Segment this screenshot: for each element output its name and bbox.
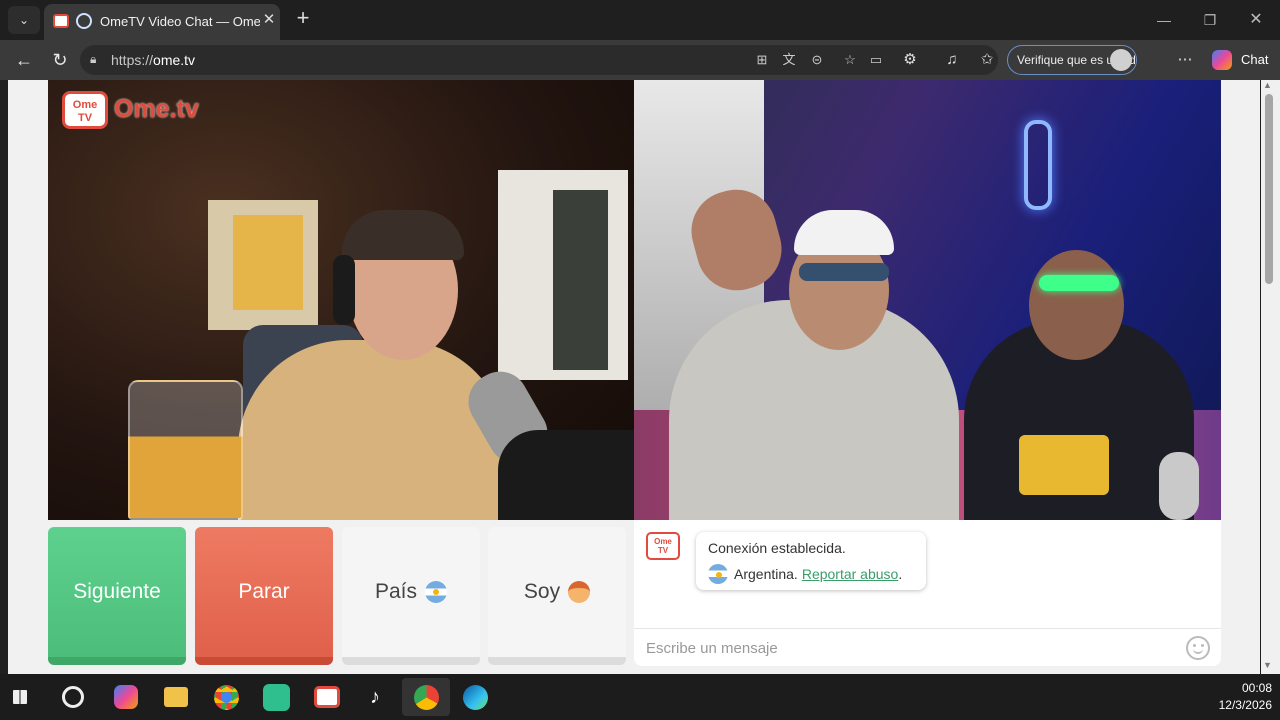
chrome-profile-icon[interactable] bbox=[414, 685, 439, 710]
avatar bbox=[1110, 49, 1132, 71]
green-glasses bbox=[1039, 275, 1119, 291]
ometv-logo-text: Ome.tv bbox=[114, 95, 199, 123]
chat-divider bbox=[634, 628, 1221, 629]
file-explorer-icon[interactable] bbox=[164, 687, 188, 707]
headphones bbox=[333, 255, 355, 325]
ometv-logo-badge: Ome TV bbox=[62, 91, 108, 129]
person-torso bbox=[238, 340, 508, 520]
connection-status: Conexión establecida. bbox=[708, 540, 846, 556]
tab-list-button[interactable]: ⌄ bbox=[8, 6, 40, 34]
back-arrow-icon[interactable]: ← bbox=[11, 48, 37, 72]
next-button-label: Siguiente bbox=[73, 580, 161, 603]
favorites-icon[interactable]: ✩ bbox=[975, 48, 999, 72]
ometv-favicon-icon bbox=[53, 14, 69, 28]
scroll-up-icon[interactable]: ▲ bbox=[1263, 80, 1272, 90]
next-button[interactable]: Siguiente bbox=[48, 527, 186, 665]
report-suffix: . bbox=[898, 566, 903, 582]
person-right-head bbox=[1029, 250, 1124, 360]
edge-icon[interactable] bbox=[463, 685, 488, 710]
ometv-icon[interactable] bbox=[314, 686, 340, 708]
microphone bbox=[1159, 452, 1199, 520]
ometv-logo[interactable]: Ome TV Ome.tv bbox=[62, 89, 202, 131]
translate-icon[interactable]: 文 bbox=[779, 50, 799, 70]
tab-title: OmeTV Video Chat — Omegle bbox=[100, 14, 260, 29]
address-toolbar: ← ↻ 🔒︎ https://ome.tv ⊞ 文 ⊝ ☆ ▭ ⚙ ♫ ✩ Ve… bbox=[0, 40, 1280, 80]
ometv-chat-logo-icon: Ome TV bbox=[646, 532, 680, 560]
window-pane bbox=[553, 190, 608, 370]
profile-button[interactable]: Verifique que es usted bbox=[1007, 45, 1137, 75]
new-tab-button[interactable]: + bbox=[292, 7, 314, 30]
scroll-down-icon[interactable]: ▼ bbox=[1263, 660, 1272, 670]
argentina-flag-icon bbox=[708, 564, 728, 584]
boy-avatar-icon bbox=[568, 581, 591, 603]
neon-sign bbox=[1024, 120, 1052, 210]
windows-start-icon[interactable] bbox=[13, 690, 27, 704]
url-domain: ome.tv bbox=[153, 52, 196, 68]
local-video bbox=[48, 80, 634, 520]
copilot-chat-button[interactable]: Chat bbox=[1208, 48, 1272, 72]
lock-icon[interactable]: 🔒︎ bbox=[90, 52, 104, 68]
gender-button-label: Soy bbox=[523, 580, 561, 603]
site-favicon-icon bbox=[76, 13, 92, 29]
app-icon[interactable] bbox=[263, 684, 290, 711]
sunglasses bbox=[799, 263, 889, 281]
browser-tab-bar: ⌄ OmeTV Video Chat — Omegle ✕ + — ❐ ✕ bbox=[0, 0, 1280, 40]
beer-glass bbox=[128, 380, 243, 520]
copilot-chat-label: Chat bbox=[1241, 52, 1269, 67]
chat-panel: Ome TV Conexión establecida. Argentina. … bbox=[634, 520, 1221, 666]
extensions-icon[interactable]: ⚙ bbox=[898, 48, 922, 72]
tracking-prevention-icon[interactable]: ⊝ bbox=[807, 50, 827, 70]
url-prefix: https:// bbox=[111, 52, 154, 68]
minimize-icon[interactable]: — bbox=[1144, 8, 1184, 32]
person-hair bbox=[342, 210, 464, 260]
partner-country-line: Argentina. Reportar abuso. bbox=[708, 564, 902, 584]
yellow-jersey-detail bbox=[1019, 435, 1109, 495]
partner-country: Argentina. bbox=[734, 566, 798, 582]
tab-close-icon[interactable]: ✕ bbox=[260, 11, 278, 29]
clock-time: 00:08 bbox=[1241, 681, 1272, 695]
favorite-star-icon[interactable]: ☆ bbox=[840, 50, 860, 70]
system-message-bubble: Conexión establecida. Argentina. Reporta… bbox=[696, 532, 926, 590]
country-button-label: País bbox=[374, 580, 418, 603]
search-icon[interactable] bbox=[62, 686, 84, 708]
argentina-flag-icon bbox=[425, 581, 448, 603]
media-control-icon[interactable]: ♫ bbox=[940, 48, 964, 72]
clock-date: 12/3/2026 bbox=[1218, 698, 1272, 712]
window-close-icon[interactable]: ✕ bbox=[1236, 8, 1276, 32]
stop-button-label: Parar bbox=[238, 580, 290, 603]
poster-image bbox=[233, 215, 303, 310]
copilot-icon bbox=[1212, 50, 1232, 70]
copilot-icon[interactable] bbox=[114, 685, 138, 709]
scrollbar-thumb[interactable] bbox=[1265, 94, 1273, 284]
remote-video bbox=[634, 80, 1221, 520]
more-menu-icon[interactable]: ⋯ bbox=[1173, 48, 1197, 72]
refresh-icon[interactable]: ↻ bbox=[47, 48, 73, 72]
white-cap bbox=[794, 210, 894, 255]
taskbar: ♪ 00:08 12/3/2026 bbox=[0, 674, 1280, 720]
scrollbar[interactable]: ▲ ▼ bbox=[1261, 80, 1280, 674]
message-input[interactable] bbox=[646, 638, 1166, 658]
gender-button[interactable]: Soy bbox=[488, 527, 626, 665]
mic-stand bbox=[498, 430, 634, 520]
stop-button[interactable]: Parar bbox=[195, 527, 333, 665]
country-button[interactable]: País bbox=[342, 527, 480, 665]
tiktok-icon[interactable]: ♪ bbox=[365, 685, 385, 709]
report-abuse-link[interactable]: Reportar abuso bbox=[802, 566, 899, 582]
app-available-icon[interactable]: ⊞ bbox=[752, 50, 772, 70]
system-clock[interactable]: 00:08 12/3/2026 bbox=[1200, 680, 1272, 714]
active-tab[interactable]: OmeTV Video Chat — Omegle ✕ bbox=[44, 4, 280, 40]
address-bar[interactable]: 🔒︎ https://ome.tv ⊞ 文 ⊝ ☆ ▭ bbox=[80, 45, 998, 75]
camera-in-use-icon[interactable]: ▭ bbox=[866, 50, 886, 70]
url-text[interactable]: https://ome.tv bbox=[111, 52, 195, 68]
emoji-icon[interactable] bbox=[1186, 636, 1210, 660]
restore-icon[interactable]: ❐ bbox=[1190, 8, 1230, 32]
chrome-icon[interactable] bbox=[214, 685, 239, 710]
